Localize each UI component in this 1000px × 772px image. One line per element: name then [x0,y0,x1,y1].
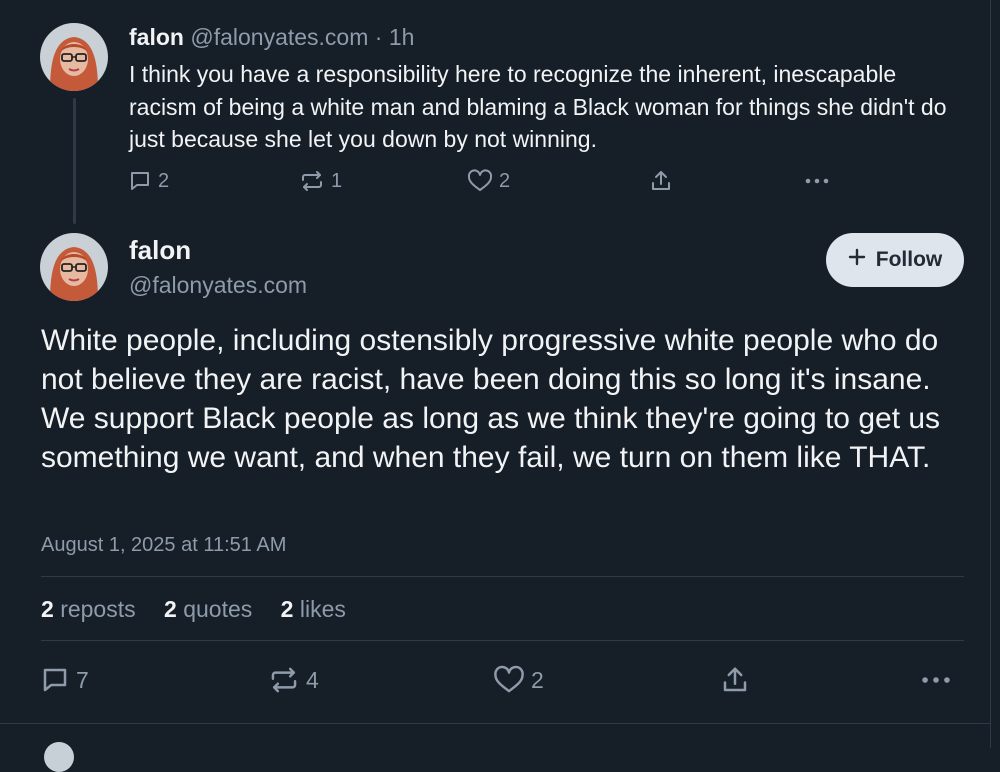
separator-dot: · [374,24,383,50]
reply-icon [128,169,152,193]
reposts-number: 2 [41,596,54,622]
like-count: 2 [531,666,544,693]
share-button[interactable] [649,169,673,193]
quotes-label: quotes [183,596,253,622]
more-options-button[interactable] [919,665,953,695]
post-header: falon @falonyates.com · 1h [129,22,414,52]
reply-icon [40,665,70,695]
quotes-number: 2 [164,596,177,622]
like-icon [493,665,525,695]
like-button[interactable]: 2 [493,665,544,695]
post-text: White people, including ostensibly progr… [41,324,941,474]
follow-button[interactable]: Follow [826,233,964,287]
like-button[interactable]: 2 [467,169,510,193]
column-border [990,0,991,748]
divider [41,640,964,641]
post-timestamp: August 1, 2025 at 11:51 AM [41,534,287,556]
post-text: I think you have a responsibility here t… [129,61,947,152]
engagement-stats: 2 reposts 2 quotes 2 likes [41,593,368,625]
share-icon [649,169,673,193]
author-name[interactable]: falon [129,24,184,50]
avatar[interactable] [40,23,108,91]
repost-count: 4 [306,666,319,693]
like-icon [467,169,493,193]
avatar[interactable] [40,233,108,301]
likes-stat[interactable]: 2 likes [281,596,346,622]
reposts-stat[interactable]: 2 reposts [41,596,136,622]
repost-icon [299,169,325,193]
divider [0,723,990,724]
author-name[interactable]: falon [129,232,191,268]
like-count: 2 [499,169,511,192]
divider [41,576,964,577]
more-options-button[interactable] [803,169,831,193]
reposts-label: reposts [60,596,136,622]
reply-button[interactable]: 7 [40,665,89,695]
post-time[interactable]: 1h [389,24,415,50]
author-handle[interactable]: @falonyates.com [129,269,307,301]
share-button[interactable] [720,665,750,695]
thread-connector-line [73,98,76,224]
author-handle[interactable]: @falonyates.com [190,24,368,50]
reply-count: 7 [76,666,89,693]
repost-button[interactable]: 1 [299,169,342,193]
reply-button[interactable]: 2 [128,169,169,193]
share-icon [720,665,750,695]
more-icon [919,665,953,695]
follow-label: Follow [875,248,943,271]
repost-button[interactable]: 4 [268,665,319,695]
more-icon [803,169,831,193]
plus-icon [848,248,866,272]
likes-number: 2 [280,596,294,622]
repost-count: 1 [331,169,343,192]
reply-count: 2 [158,169,170,192]
avatar[interactable] [44,742,74,772]
repost-icon [268,665,300,695]
quotes-stat[interactable]: 2 quotes [164,596,252,622]
likes-label: likes [299,596,346,622]
